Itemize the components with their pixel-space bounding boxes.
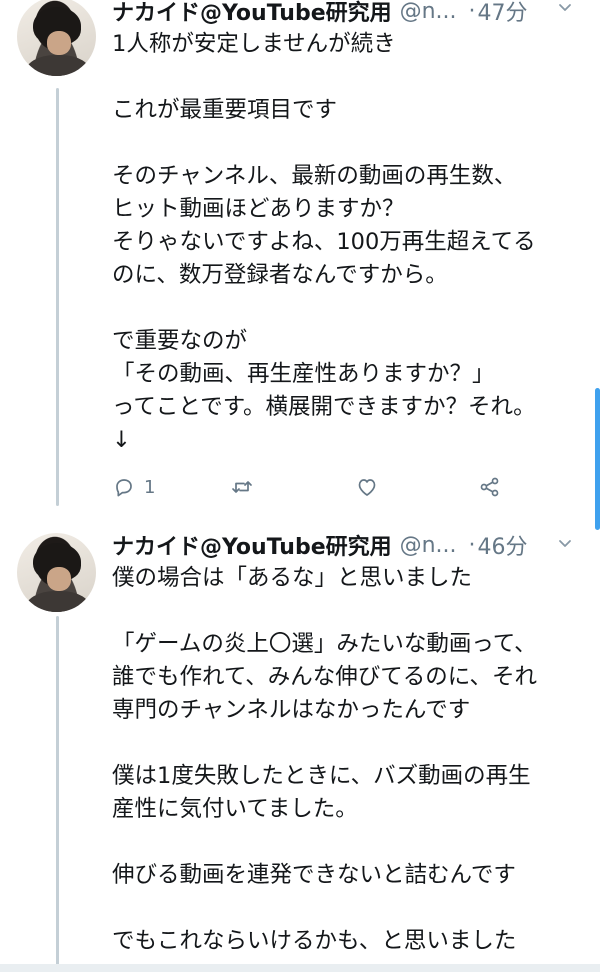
reply-icon (116, 479, 132, 497)
reply-button[interactable]: 1 (112, 472, 155, 502)
chevron-down-icon[interactable] (558, 536, 572, 550)
retweet-button[interactable] (230, 472, 254, 502)
tweet-header: ナカイド@YouTube研究用 @n... · 47分 (112, 0, 592, 28)
separator-dot: · (468, 0, 476, 24)
tweet-header: ナカイド@YouTube研究用 @n... · 46分 (112, 528, 592, 562)
author-name[interactable]: ナカイド@YouTube研究用 (112, 529, 392, 561)
share-icon (480, 477, 499, 497)
author-handle[interactable]: @n... (400, 533, 457, 558)
thread-line (56, 616, 59, 972)
timestamp[interactable]: 46分 (478, 529, 528, 561)
avatar-face (47, 31, 71, 55)
author-handle[interactable]: @n... (400, 0, 457, 24)
like-icon (358, 479, 376, 496)
share-button[interactable] (478, 472, 502, 502)
author-name[interactable]: ナカイド@YouTube研究用 (112, 0, 392, 27)
scrollbar[interactable] (595, 388, 600, 530)
bottom-edge (0, 964, 600, 972)
tweet-actions: 1 (112, 472, 532, 502)
avatar-body (25, 591, 91, 612)
avatar-body (25, 55, 91, 76)
avatar-face (47, 567, 71, 591)
separator-dot: · (468, 532, 476, 558)
tweet-text: 僕の場合は「あるな」と思いました 「ゲームの炎上〇選」みたいな動画って、 誰でも… (112, 565, 538, 954)
thread-line (56, 88, 59, 506)
tweet-text: 1人称が安定しませんが続き これが最重要項目です そのチャンネル、最新の動画の再… (112, 31, 536, 453)
chevron-down-icon[interactable] (558, 0, 572, 14)
retweet-icon (232, 481, 252, 493)
reply-count: 1 (144, 476, 156, 498)
avatar[interactable] (17, 0, 96, 76)
like-button[interactable] (355, 472, 379, 502)
timestamp[interactable]: 47分 (478, 0, 528, 27)
avatar[interactable] (17, 533, 96, 612)
